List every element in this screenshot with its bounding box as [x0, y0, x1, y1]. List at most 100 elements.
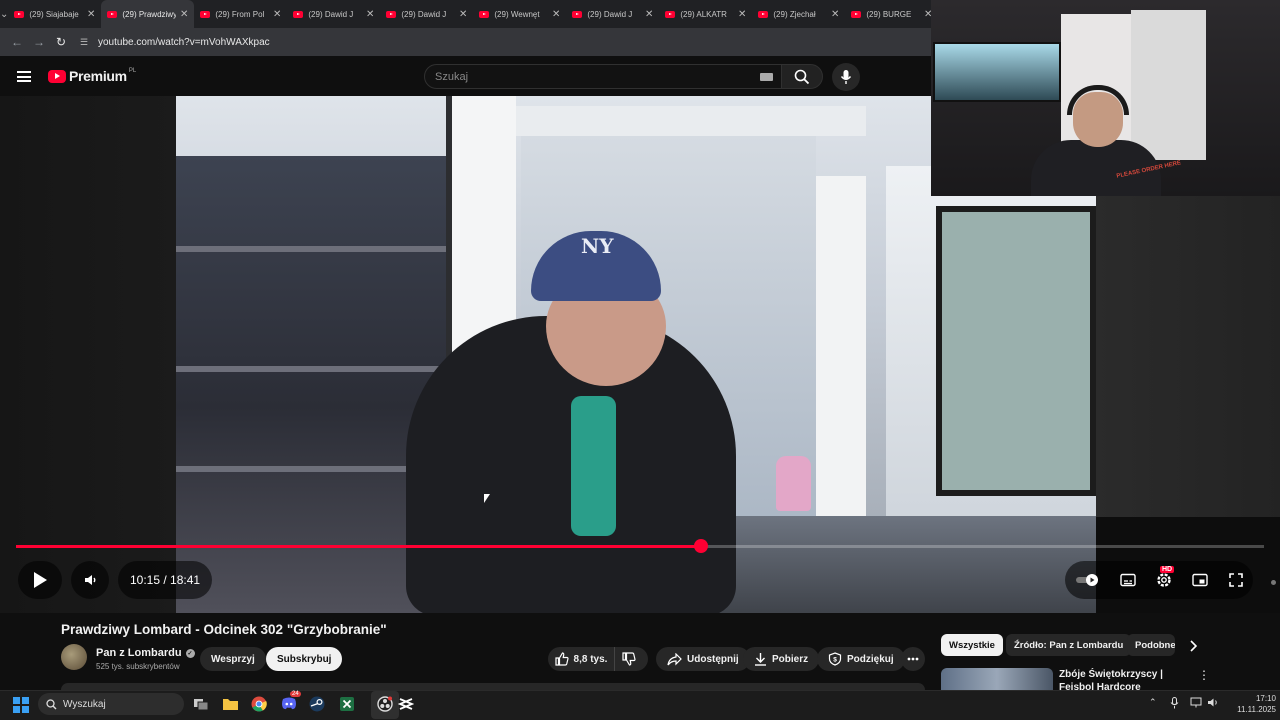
youtube-favicon-icon: [293, 10, 304, 18]
system-clock[interactable]: 17:10 11.11.2025: [1226, 693, 1276, 715]
channel-name-row[interactable]: Pan z Lombardu ✓: [96, 647, 195, 659]
progress-scrubber[interactable]: [694, 539, 708, 553]
search-icon: [794, 69, 810, 84]
tab-close-icon[interactable]: ✕: [366, 9, 374, 20]
obs-icon[interactable]: [375, 694, 395, 714]
back-icon[interactable]: ←: [6, 31, 28, 53]
volume-button[interactable]: [71, 561, 109, 599]
tab-close-icon[interactable]: ✕: [459, 9, 467, 20]
download-button[interactable]: Pobierz: [743, 647, 820, 671]
youtube-logo[interactable]: Premium PL: [48, 68, 136, 84]
browser-tab[interactable]: (29) From Pol ✕: [194, 0, 287, 28]
related-video-title[interactable]: Zbóje Świętokrzyscy | Fejsbol Hardcore: [1059, 668, 1194, 690]
browser-tab[interactable]: (29) ALKATR ✕: [659, 0, 752, 28]
hd-badge: HD: [1160, 566, 1175, 573]
description-box[interactable]: [61, 683, 925, 690]
tab-close-icon[interactable]: ✕: [831, 9, 839, 20]
tab-close-icon[interactable]: ✕: [180, 9, 188, 20]
share-button[interactable]: Udostępnij: [656, 647, 750, 671]
menu-icon[interactable]: [17, 71, 31, 82]
play-button[interactable]: [18, 561, 62, 599]
tab-title: (29) Dawid J: [308, 9, 354, 19]
network-icon[interactable]: [1190, 697, 1202, 710]
subscriber-count: 525 tys. subskrybentów: [96, 662, 180, 671]
video-title: Prawdziwy Lombard - Odcinek 302 "Grzybob…: [61, 622, 387, 637]
microphone-tray-icon[interactable]: [1170, 697, 1179, 711]
play-icon: [34, 572, 47, 588]
youtube-favicon-icon: [200, 10, 211, 18]
windows-start-icon[interactable]: [13, 697, 29, 713]
more-actions-button[interactable]: [901, 647, 925, 671]
excel-icon[interactable]: [337, 694, 357, 714]
autoplay-toggle-icon[interactable]: [1075, 573, 1099, 587]
tab-close-icon[interactable]: ✕: [273, 9, 281, 20]
browser-tab[interactable]: (29) BURGE ✕: [845, 0, 938, 28]
chip-similar[interactable]: Podobne: [1127, 634, 1175, 656]
fullscreen-icon[interactable]: [1228, 573, 1243, 587]
browser-tab[interactable]: (29) Prawdziwy ✕: [101, 0, 195, 28]
voice-search-button[interactable]: [832, 63, 860, 91]
search-button[interactable]: [781, 64, 823, 89]
download-label: Pobierz: [772, 653, 809, 665]
time-display: 10:15 / 18:41: [118, 561, 213, 599]
thumbs-up-icon: [554, 652, 569, 666]
taskbar-search-label: Wyszukaj: [63, 698, 106, 710]
share-label: Udostępnij: [687, 653, 739, 665]
browser-tab[interactable]: (29) Wewnęt ✕: [473, 0, 566, 28]
tab-close-icon[interactable]: ✕: [738, 9, 746, 20]
chrome-icon[interactable]: [249, 694, 269, 714]
url-field[interactable]: ☰ youtube.com/watch?v=mVohWAXkpac: [80, 37, 270, 48]
tab-title: (29) ALKATR: [680, 9, 727, 19]
dislike-button[interactable]: [615, 647, 648, 671]
thanks-button[interactable]: $ Podziękuj: [817, 647, 905, 671]
address-bar: ← → ↻ ☰ youtube.com/watch?v=mVohWAXkpac: [0, 28, 931, 56]
subtitles-icon[interactable]: [1119, 573, 1136, 587]
logo-text: Premium: [69, 68, 127, 84]
tab-search-dropdown-icon[interactable]: ⌄: [0, 0, 8, 28]
forward-icon[interactable]: →: [28, 31, 50, 53]
miniplayer-icon[interactable]: [1192, 573, 1209, 587]
tab-title: (29) Siajabaje: [29, 9, 79, 19]
svg-text:$: $: [833, 657, 837, 664]
browser-tab[interactable]: (29) Siajabaje ✕: [8, 0, 101, 28]
tab-close-icon[interactable]: ✕: [645, 9, 653, 20]
keyboard-icon[interactable]: [760, 73, 773, 81]
related-video-thumbnail[interactable]: [941, 668, 1053, 690]
chevron-up-icon[interactable]: ⌃: [1149, 697, 1157, 708]
verified-icon: ✓: [185, 648, 195, 658]
channel-avatar[interactable]: [61, 644, 87, 670]
file-explorer-icon[interactable]: [220, 694, 240, 714]
browser-tab[interactable]: (29) Dawid J ✕: [287, 0, 380, 28]
browser-tab[interactable]: (29) Dawid J ✕: [380, 0, 473, 28]
search-input[interactable]: Szukaj: [424, 64, 782, 89]
channel-name[interactable]: Pan z Lombardu: [96, 647, 182, 659]
chevron-right-icon[interactable]: [1183, 636, 1203, 656]
task-view-icon[interactable]: [191, 694, 211, 714]
settings-icon[interactable]: [1156, 572, 1172, 588]
page-scrollbar-arrow[interactable]: [1271, 580, 1276, 585]
tab-title: (29) Dawid J: [587, 9, 633, 19]
speaker-icon[interactable]: [1207, 697, 1219, 710]
browser-tab[interactable]: (29) Zjechał ✕: [752, 0, 845, 28]
taskbar-search[interactable]: Wyszukaj: [38, 693, 184, 715]
tab-close-icon[interactable]: ✕: [87, 9, 95, 20]
discord-icon[interactable]: 24: [279, 691, 301, 714]
browser-tab[interactable]: (29) Dawid J ✕: [566, 0, 659, 28]
site-info-icon[interactable]: ☰: [80, 37, 92, 47]
reload-icon[interactable]: ↻: [50, 31, 72, 53]
support-button[interactable]: Wesprzyj: [200, 647, 266, 671]
steam-icon[interactable]: [307, 694, 327, 714]
clock-time: 17:10: [1255, 694, 1276, 703]
more-vertical-icon[interactable]: ⋮: [1198, 668, 1210, 684]
thumbs-down-icon: [622, 652, 636, 666]
like-button[interactable]: 8,8 tys.: [548, 647, 615, 671]
chip-source[interactable]: Źródło: Pan z Lombardu: [1006, 634, 1132, 656]
share-icon: [667, 652, 682, 665]
subscribe-button[interactable]: Subskrybuj: [266, 647, 343, 671]
progress-played: [16, 545, 701, 548]
chip-all[interactable]: Wszystkie: [941, 634, 1003, 656]
tab-close-icon[interactable]: ✕: [552, 9, 560, 20]
capcut-icon[interactable]: [396, 694, 416, 714]
download-icon: [755, 653, 766, 666]
youtube-play-icon: [48, 69, 66, 83]
